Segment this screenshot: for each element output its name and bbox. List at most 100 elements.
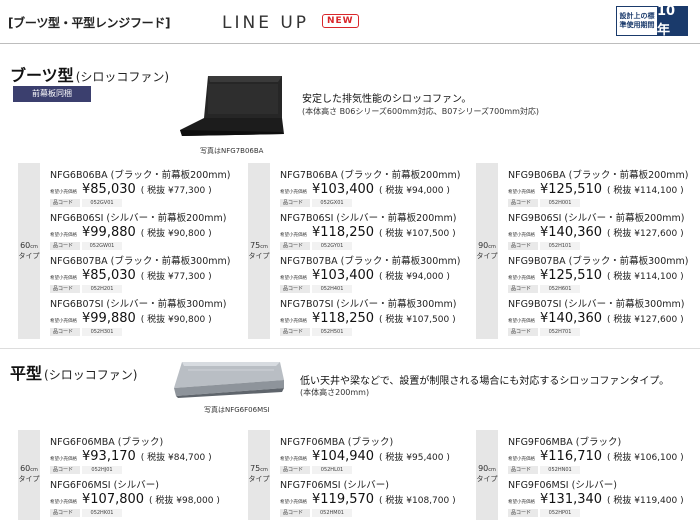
product-code-row: 品コード 052HM01 [280,509,470,517]
section-divider [0,348,700,349]
included-tag: 前幕板同梱 [13,86,91,102]
product-model: NFG7F06MBA (ブラック) [280,437,394,448]
new-badge: NEW [322,14,359,28]
product-price-row: 希望小売価格 ¥116,710 ( 税抜 ¥106,100 ) [508,449,698,464]
code-label: 品コード [280,242,310,250]
price-label: 希望小売価格 [50,190,77,195]
product-code: 052H001 [540,199,580,207]
product-code-row: 品コード 052GV01 [50,199,240,207]
product-entry: NFG6F06MBA (ブラック) 希望小売価格 ¥93,170 ( 税抜 ¥84,7… [50,434,240,480]
flat-column-75: 75cm タイプ NFG7F06MBA (ブラック) 希望小売価格 ¥104,940 (… [248,430,468,520]
product-price: ¥99,880 [82,225,136,240]
product-price-row: 希望小売価格 ¥118,250 ( 税抜 ¥107,500 ) [280,311,470,326]
product-model: NFG9B06SI (シルバー・前幕板200mm) [508,213,685,224]
product-price-tax-excluded: ( 税抜 ¥114,100 ) [607,272,684,282]
code-label: 品コード [508,285,538,293]
boots-column-75: 75cm タイプ NFG7B06BA (ブラック・前幕板200mm) 希望小売価格 ¥… [248,163,468,339]
boots-column-60: 60cm タイプ NFG6B06BA (ブラック・前幕板200mm) 希望小売価格 ¥… [18,163,238,339]
product-price-tax-excluded: ( 税抜 ¥107,500 ) [379,315,456,325]
price-label: 希望小売価格 [280,233,307,238]
code-label: 品コード [508,199,538,207]
flat-column-60: 60cm タイプ NFG6F06MBA (ブラック) 希望小売価格 ¥93,170 ( … [18,430,238,520]
product-price: ¥104,940 [312,449,375,464]
product-code-row: 品コード 052H101 [508,242,698,250]
product-code-row: 品コード 052H201 [50,285,240,293]
price-label: 希望小売価格 [280,457,307,462]
product-code: 052HJ01 [82,466,122,474]
product-code: 052H601 [540,285,580,293]
flat-subtitle: (シロッコファン) [44,368,138,382]
product-code: 052H501 [312,328,352,336]
product-price: ¥116,710 [540,449,603,464]
product-model: NFG6B06SI (シルバー・前幕板200mm) [50,213,227,224]
page-header: [ブーツ型・平型レンジフード] LINE UP NEW 設計上の標準使用期間 1… [0,0,700,44]
product-price-tax-excluded: ( 税抜 ¥90,800 ) [140,229,212,239]
flat-description: 低い天井や梁などで、設置が制限される場合にも対応するシロッコファンタイプ。 [300,376,670,387]
product-price: ¥140,360 [540,225,603,240]
product-entry: NFG9F06MBA (ブラック) 希望小売価格 ¥116,710 ( 税抜 ¥106… [508,434,698,480]
product-entry: NFG6F06MSI (シルバー) 希望小売価格 ¥107,800 ( 税抜 ¥98,… [50,477,240,523]
product-code-row: 品コード 052HJ01 [50,466,240,474]
product-model: NFG7F06MSI (シルバー) [280,480,389,491]
product-entry: NFG6B06SI (シルバー・前幕板200mm) 希望小売価格 ¥99,880 ( … [50,210,240,256]
price-label: 希望小売価格 [50,500,77,505]
width-label-75: 75cm タイプ [248,241,270,260]
warranty-text: 設計上の標準使用期間 [617,7,657,35]
price-label: 希望小売価格 [50,233,77,238]
product-price-tax-excluded: ( 税抜 ¥77,300 ) [140,186,212,196]
code-label: 品コード [50,466,80,474]
product-price-row: 希望小売価格 ¥140,360 ( 税抜 ¥127,600 ) [508,225,698,240]
product-price-tax-excluded: ( 税抜 ¥77,300 ) [140,272,212,282]
flat-image-caption: 写真はNFG6F06MSI [204,406,270,414]
product-code: 052GW01 [82,242,122,250]
product-price-tax-excluded: ( 税抜 ¥119,400 ) [607,496,684,506]
boots-image-caption: 写真はNFG7B06BA [200,147,264,155]
product-entry: NFG6B06BA (ブラック・前幕板200mm) 希望小売価格 ¥85,030 ( … [50,167,240,213]
boots-hood-image [180,76,284,136]
boots-section-title: ブーツ型 (シロッコファン) [10,62,169,86]
product-model: NFG6B07BA (ブラック・前幕板300mm) [50,256,231,267]
warranty-badge: 設計上の標準使用期間 10年 [616,4,688,38]
product-model: NFG9B07SI (シルバー・前幕板300mm) [508,299,685,310]
price-label: 希望小売価格 [508,233,535,238]
price-label: 希望小売価格 [280,190,307,195]
product-entry: NFG7F06MSI (シルバー) 希望小売価格 ¥119,570 ( 税抜 ¥108… [280,477,470,523]
flat-hood-image [174,362,284,398]
series-title: [ブーツ型・平型レンジフード] [8,16,171,30]
product-code-row: 品コード 052H301 [50,328,240,336]
product-price-row: 希望小売価格 ¥119,570 ( 税抜 ¥108,700 ) [280,492,470,507]
product-price: ¥125,510 [540,268,603,283]
product-code: 052H401 [312,285,352,293]
product-price-tax-excluded: ( 税抜 ¥107,500 ) [379,229,456,239]
code-label: 品コード [50,285,80,293]
product-price-tax-excluded: ( 税抜 ¥127,600 ) [607,315,684,325]
product-price-tax-excluded: ( 税抜 ¥114,100 ) [607,186,684,196]
product-code: 052H701 [540,328,580,336]
product-price-tax-excluded: ( 税抜 ¥94,000 ) [379,272,450,282]
code-label: 品コード [280,199,310,207]
price-label: 希望小売価格 [508,319,535,324]
product-price-row: 希望小売価格 ¥118,250 ( 税抜 ¥107,500 ) [280,225,470,240]
width-label-60: 60cm タイプ [18,241,40,260]
code-label: 品コード [508,466,538,474]
warranty-years: 10年 [657,4,687,38]
product-code: 052HN01 [540,466,580,474]
product-code: 052H201 [82,285,122,293]
product-entry: NFG7F06MBA (ブラック) 希望小売価格 ¥104,940 ( 税抜 ¥95,… [280,434,470,480]
product-code: 052GV01 [82,199,122,207]
product-model: NFG6F06MBA (ブラック) [50,437,164,448]
product-price: ¥103,400 [312,268,375,283]
product-model: NFG9F06MSI (シルバー) [508,480,617,491]
product-price: ¥85,030 [82,268,136,283]
product-entry: NFG7B06BA (ブラック・前幕板200mm) 希望小売価格 ¥103,400 (… [280,167,470,213]
product-code: 052H101 [540,242,580,250]
price-label: 希望小売価格 [508,276,535,281]
product-model: NFG7B06SI (シルバー・前幕板200mm) [280,213,457,224]
product-code-row: 品コード 052GY01 [280,242,470,250]
product-entry: NFG9F06MSI (シルバー) 希望小売価格 ¥131,340 ( 税抜 ¥119… [508,477,698,523]
code-label: 品コード [50,328,80,336]
boots-description-sub: (本体高さ B06シリーズ600mm対応、B07シリーズ700mm対応) [302,107,540,116]
product-entry: NFG9B07BA (ブラック・前幕板300mm) 希望小売価格 ¥125,510 (… [508,253,698,299]
product-code-row: 品コード 052H601 [508,285,698,293]
product-model: NFG9F06MBA (ブラック) [508,437,622,448]
